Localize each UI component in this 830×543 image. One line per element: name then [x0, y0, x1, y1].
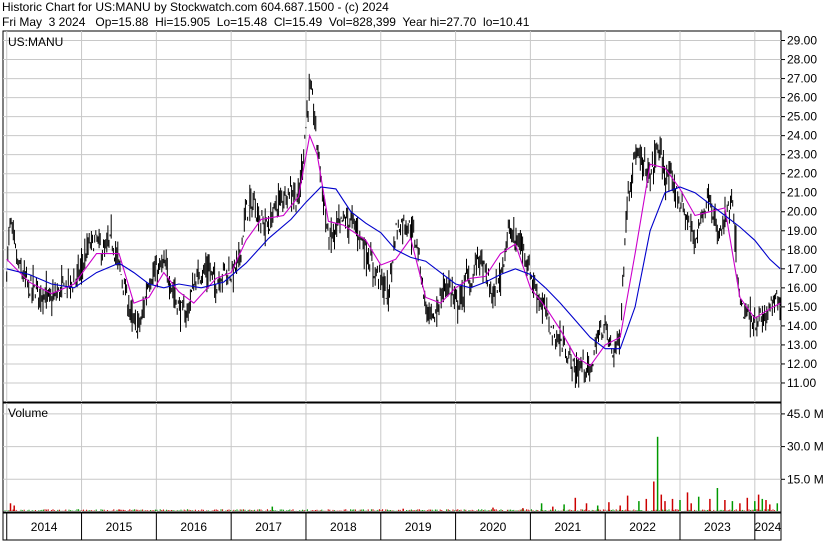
x-tick-label: 2014 [31, 520, 58, 534]
x-tick-label: 2024 [755, 520, 782, 534]
x-tick-label: 2018 [330, 520, 357, 534]
price-tick-label: 15.00 [787, 300, 817, 314]
price-tick-label: 29.00 [787, 34, 817, 48]
price-tick-label: 16.00 [787, 281, 817, 295]
volume-tick-label: 15.0 M [787, 472, 824, 486]
price-tick-label: 25.00 [787, 110, 817, 124]
price-tick-label: 20.00 [787, 205, 817, 219]
price-tick-label: 12.00 [787, 357, 817, 371]
x-axis: 2014 2015 2016 2017 2018 2019 2020 2021 2022 2023… [2, 512, 782, 541]
x-tick-label: 2020 [480, 520, 507, 534]
price-tick-label: 24.00 [787, 129, 817, 143]
price-tick-label: 11.00 [787, 376, 816, 390]
price-tick-label: 13.00 [787, 338, 817, 352]
price-tick-label: 26.00 [787, 91, 817, 105]
price-tick-label: 23.00 [787, 148, 817, 162]
x-tick-label: 2019 [405, 520, 432, 534]
price-tick-label: 17.00 [787, 262, 817, 276]
x-tick-label: 2023 [704, 520, 731, 534]
price-tick-label: 18.00 [787, 243, 817, 257]
price-tick-label: 19.00 [787, 224, 817, 238]
volume-panel: 15.0 M 30.0 M 45.0 M [2, 402, 824, 513]
price-tick-label: 14.00 [787, 319, 817, 333]
price-panel-label: US:MANU [8, 35, 63, 49]
price-tick-label: 22.00 [787, 167, 817, 181]
price-panel-frame [2, 30, 782, 403]
price-tick-label: 21.00 [787, 186, 817, 200]
x-tick-label: 2016 [180, 520, 207, 534]
x-tick-label: 2017 [255, 520, 282, 534]
price-tick-label: 27.00 [787, 72, 817, 86]
price-panel: 11.00 12.00 13.00 14.00 15.00 16.00 17.00 18.00… [2, 30, 817, 403]
stock-chart: 11.00 12.00 13.00 14.00 15.00 16.00 17.00 18.00… [2, 30, 824, 541]
volume-tick-label: 45.0 M [787, 407, 824, 421]
x-tick-label: 2021 [554, 520, 581, 534]
volume-tick-label: 30.0 M [787, 440, 824, 454]
x-tick-label: 2015 [106, 520, 133, 534]
volume-panel-label: Volume [8, 406, 48, 420]
x-tick-label: 2022 [629, 520, 656, 534]
price-tick-label: 28.00 [787, 53, 817, 67]
volume-bars [4, 436, 779, 512]
volume-panel-frame [2, 402, 782, 513]
